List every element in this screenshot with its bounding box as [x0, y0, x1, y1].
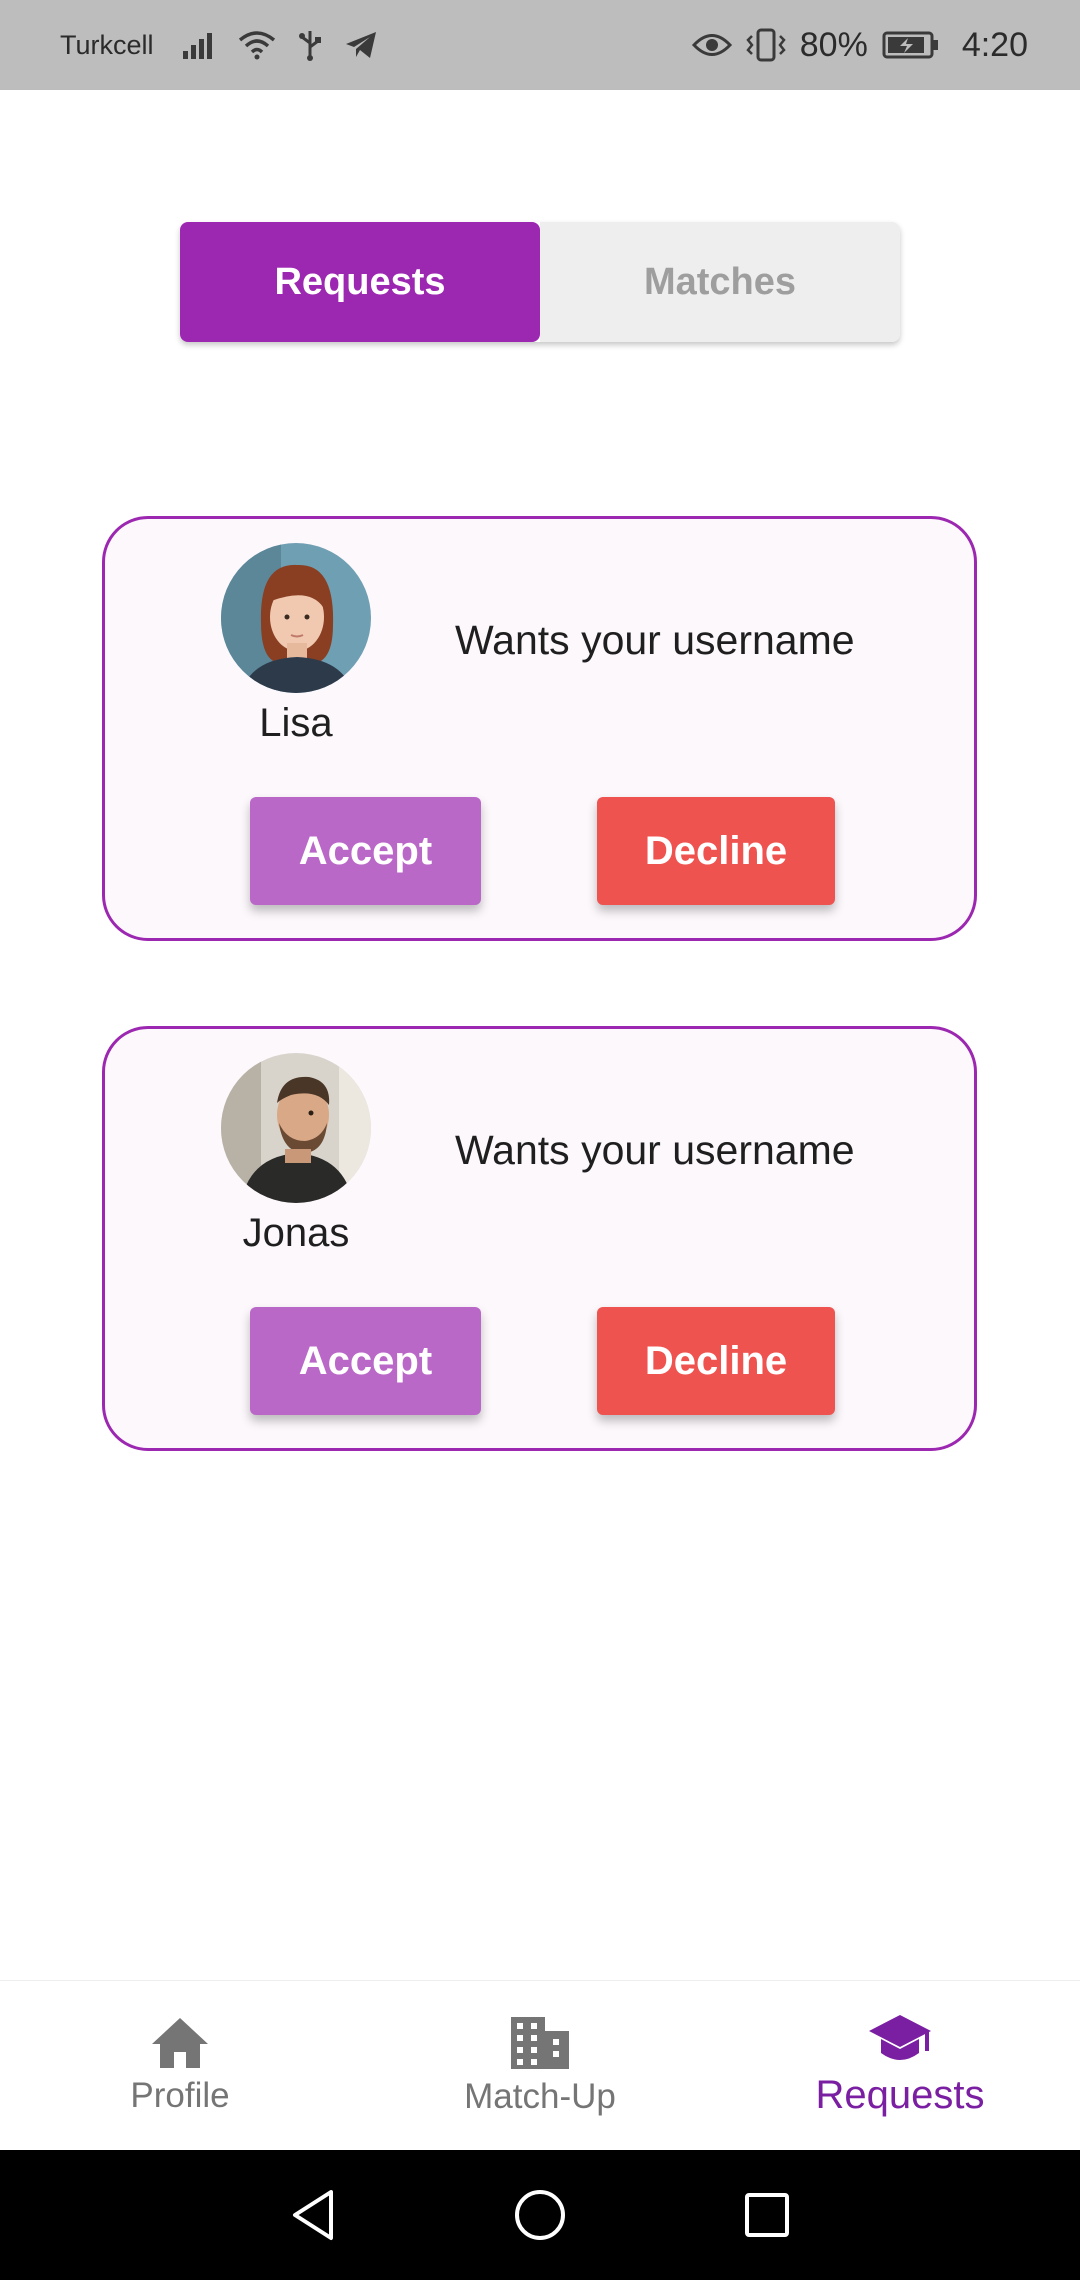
avatar-lisa: [221, 543, 371, 693]
decline-button[interactable]: Decline: [597, 1307, 835, 1415]
requester-name: Jonas: [242, 1211, 350, 1255]
nav-label-profile: Profile: [130, 2075, 230, 2115]
request-card: Lisa Wants your username Accept Decline: [102, 516, 977, 941]
avatar[interactable]: [221, 543, 371, 693]
nav-item-requests[interactable]: Requests: [720, 1981, 1080, 2150]
clock: 4:20: [961, 25, 1028, 64]
nav-label-requests: Requests: [815, 2073, 985, 2117]
segment-tabs: Requests Matches: [180, 222, 900, 342]
building-icon: [509, 2015, 571, 2071]
graduation-cap-icon: [867, 2013, 933, 2067]
nav-item-profile[interactable]: Profile: [0, 1981, 360, 2150]
requester-name: Lisa: [259, 701, 333, 745]
tab-matches[interactable]: Matches: [540, 222, 900, 342]
recents-icon[interactable]: [743, 2191, 791, 2239]
status-bar: Turkcell 80% 4:20: [0, 0, 1080, 90]
request-card: Jonas Wants your username Accept Decline: [102, 1026, 977, 1451]
eye-icon: [691, 32, 732, 58]
nav-item-match-up[interactable]: Match-Up: [360, 1981, 720, 2150]
signal-icon: [182, 31, 216, 59]
nav-label-match-up: Match-Up: [464, 2076, 616, 2116]
status-left: Turkcell: [60, 29, 692, 61]
wifi-icon: [238, 30, 276, 60]
battery-percent: 80%: [799, 25, 868, 64]
vibrate-icon: [746, 28, 786, 62]
usb-icon: [298, 29, 322, 61]
status-right: 80% 4:20: [691, 25, 1028, 65]
avatar-jonas: [221, 1053, 371, 1203]
request-message: Wants your username: [455, 1127, 855, 1173]
home-circle-icon[interactable]: [513, 2188, 567, 2242]
accept-button[interactable]: Accept: [250, 797, 481, 905]
avatar[interactable]: [221, 1053, 371, 1203]
bottom-nav: Profile Match-Up Requests: [0, 1980, 1080, 2150]
carrier-label: Turkcell: [60, 29, 154, 60]
tab-requests[interactable]: Requests: [180, 222, 540, 342]
home-icon: [150, 2016, 210, 2070]
back-icon[interactable]: [289, 2188, 337, 2242]
accept-button[interactable]: Accept: [250, 1307, 481, 1415]
system-nav-bar: [0, 2150, 1080, 2280]
decline-button[interactable]: Decline: [597, 797, 835, 905]
request-message: Wants your username: [455, 617, 855, 663]
battery-icon: [882, 30, 940, 60]
telegram-icon: [344, 30, 378, 60]
